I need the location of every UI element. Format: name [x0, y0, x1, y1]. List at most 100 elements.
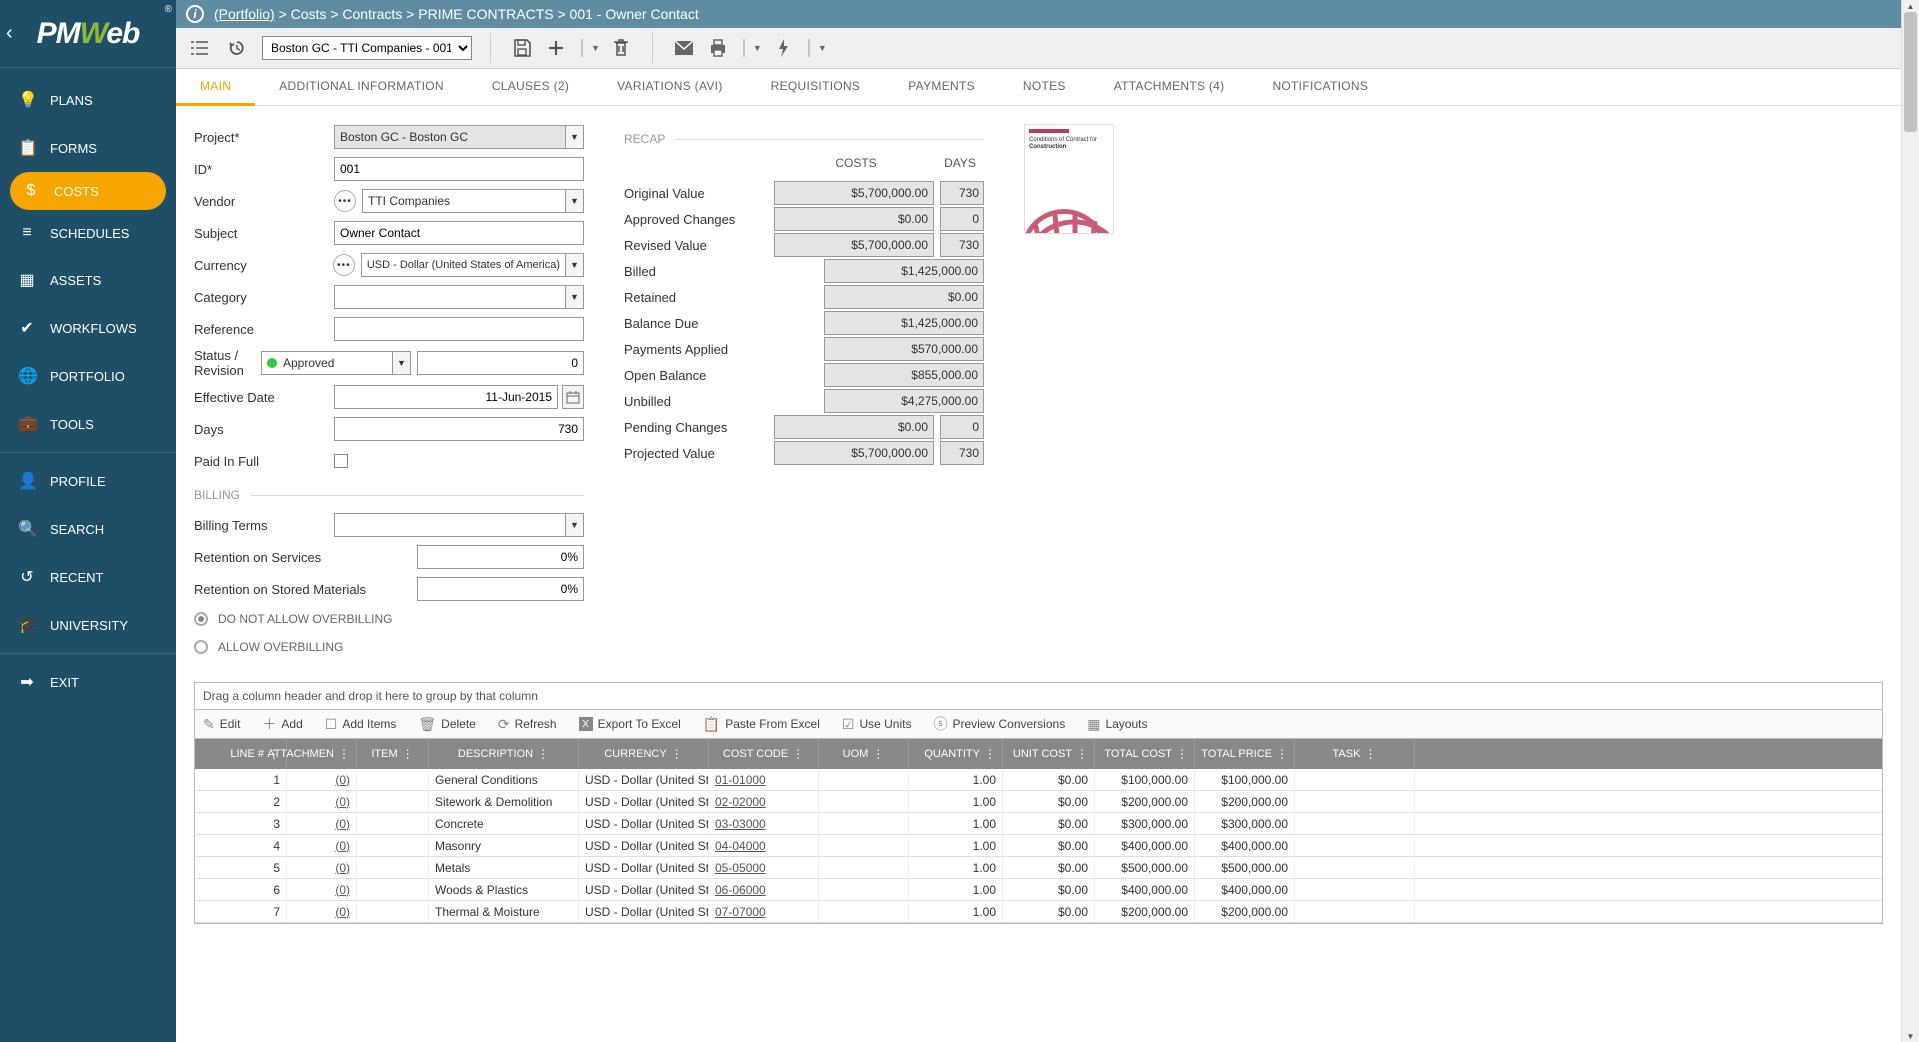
col-description[interactable]: DESCRIPTION⋮	[429, 739, 579, 769]
logo[interactable]: ‹ PMWeb ®	[0, 0, 176, 68]
sidebar-item-profile[interactable]: 👤PROFILE	[0, 457, 176, 505]
scrollbar-thumb[interactable]	[1904, 12, 1917, 132]
col-item[interactable]: ITEM⋮	[357, 739, 429, 769]
currency-select[interactable]: USD - Dollar (United States of America)▼	[361, 253, 584, 277]
save-icon[interactable]	[509, 35, 535, 61]
tab-notes[interactable]: NOTES	[999, 69, 1090, 105]
tab-notifications[interactable]: NOTIFICATIONS	[1248, 69, 1392, 105]
table-row[interactable]: 4(0)MasonryUSD - Dollar (United Sta04-04…	[195, 835, 1882, 857]
sidebar-item-forms[interactable]: 📋FORMS	[0, 124, 176, 172]
info-icon[interactable]: i	[186, 5, 204, 23]
table-row[interactable]: 7(0)Thermal & MoistureUSD - Dollar (Unit…	[195, 901, 1882, 923]
days-field[interactable]	[334, 417, 584, 441]
context-select[interactable]: Boston GC - TTI Companies - 001 - C	[262, 36, 472, 60]
sidebar-item-university[interactable]: 🎓UNIVERSITY	[0, 601, 176, 649]
col-totalprice[interactable]: TOTAL PRICE⋮	[1195, 739, 1295, 769]
sidebar-item-exit[interactable]: ➡EXIT	[0, 658, 176, 706]
col-totalcost[interactable]: TOTAL COST⋮	[1095, 739, 1195, 769]
ret-svc-field[interactable]	[417, 545, 584, 569]
grid-units-checkbox[interactable]: ☑Use Units	[842, 716, 912, 733]
col-unitcost[interactable]: UNIT COST⋮	[1003, 739, 1095, 769]
sidebar-item-assets[interactable]: ▦ASSETS	[0, 256, 176, 304]
col-currency[interactable]: CURRENCY⋮	[579, 739, 709, 769]
chevron-down-icon[interactable]: ▼	[565, 286, 583, 308]
table-row[interactable]: 6(0)Woods & PlasticsUSD - Dollar (United…	[195, 879, 1882, 901]
scroll-up-icon[interactable]: ▲	[1902, 0, 1919, 12]
recap-label: Unbilled	[624, 394, 824, 409]
table-row[interactable]: 1(0)General ConditionsUSD - Dollar (Unit…	[195, 769, 1882, 791]
chevron-down-icon[interactable]: ▼	[392, 352, 410, 374]
chevron-down-icon[interactable]: ▼	[565, 254, 583, 276]
col-attachments[interactable]: ATTACHMEN⋮	[287, 739, 357, 769]
currency-more-icon[interactable]: •••	[333, 254, 355, 276]
chevron-down-icon[interactable]: ▼	[565, 514, 583, 536]
ret-mat-field[interactable]	[417, 577, 584, 601]
tab-variations-avi-[interactable]: VARIATIONS (AVI)	[593, 69, 746, 105]
grid-additems-button[interactable]: ☐Add Items	[325, 716, 397, 733]
sidebar-item-costs[interactable]: $COSTS	[10, 172, 166, 210]
bolt-dropdown-icon[interactable]: ▼	[818, 43, 827, 53]
category-select[interactable]: ▼	[334, 285, 584, 309]
recap-label: Pending Changes	[624, 420, 774, 435]
delete-icon[interactable]	[608, 35, 634, 61]
breadcrumb[interactable]: (Portfolio) > Costs > Contracts > PRIME …	[214, 6, 699, 22]
grid-preview-button[interactable]: ⓢPreview Conversions	[933, 714, 1065, 734]
calendar-icon[interactable]	[562, 385, 584, 409]
sidebar-item-search[interactable]: 🔍SEARCH	[0, 505, 176, 553]
bolt-icon[interactable]	[770, 35, 796, 61]
tab-requisitions[interactable]: REQUISITIONS	[747, 69, 885, 105]
grid-export-button[interactable]: XExport To Excel	[579, 717, 681, 731]
email-icon[interactable]	[671, 35, 697, 61]
sidebar-item-portfolio[interactable]: 🌐PORTFOLIO	[0, 352, 176, 400]
tab-clauses-2-[interactable]: CLAUSES (2)	[468, 69, 593, 105]
sidebar-item-recent[interactable]: ↺RECENT	[0, 553, 176, 601]
col-uom[interactable]: UOM⋮	[819, 739, 909, 769]
sidebar-item-workflows[interactable]: ✔WORKFLOWS	[0, 304, 176, 352]
vendor-select[interactable]: TTI Companies▼	[362, 189, 584, 213]
grid-delete-button[interactable]: 🗑Delete	[418, 716, 475, 733]
grid-edit-button[interactable]: ✎Edit	[203, 716, 240, 733]
back-caret-icon[interactable]: ‹	[6, 22, 13, 45]
scroll-down-icon[interactable]: ▼	[1902, 1030, 1919, 1042]
table-row[interactable]: 5(0)MetalsUSD - Dollar (United Sta05-050…	[195, 857, 1882, 879]
sidebar-item-tools[interactable]: 💼TOOLS	[0, 400, 176, 448]
subject-field[interactable]	[334, 221, 584, 245]
grid-group-drop[interactable]: Drag a column header and drop it here to…	[195, 683, 1882, 710]
grid-layouts-button[interactable]: ▦Layouts	[1087, 716, 1147, 733]
list-view-icon[interactable]	[186, 35, 212, 61]
col-task[interactable]: TASK⋮	[1295, 739, 1415, 769]
table-row[interactable]: 2(0)Sitework & DemolitionUSD - Dollar (U…	[195, 791, 1882, 813]
revision-field[interactable]	[417, 351, 584, 375]
document-thumbnail[interactable]: Conditions of Contract for Construction	[1024, 124, 1114, 234]
print-dropdown-icon[interactable]: ▼	[753, 43, 762, 53]
tab-main[interactable]: MAIN	[176, 69, 255, 106]
overbilling-yes-radio[interactable]: ALLOW OVERBILLING	[194, 636, 584, 658]
add-dropdown-icon[interactable]: ▼	[591, 43, 600, 53]
paid-checkbox[interactable]	[334, 454, 348, 468]
col-quantity[interactable]: QUANTITY⋮	[909, 739, 1003, 769]
table-row[interactable]: 3(0)ConcreteUSD - Dollar (United Sta03-0…	[195, 813, 1882, 835]
overbilling-no-radio[interactable]: DO NOT ALLOW OVERBILLING	[194, 608, 584, 630]
tab-additional-information[interactable]: ADDITIONAL INFORMATION	[255, 69, 468, 105]
add-icon[interactable]	[543, 35, 569, 61]
col-costcode[interactable]: COST CODE⋮	[709, 739, 819, 769]
grid-paste-button[interactable]: 📋Paste From Excel	[703, 716, 820, 733]
status-select[interactable]: Approved▼	[261, 351, 411, 375]
project-select[interactable]: Boston GC - Boston GC▼	[334, 125, 584, 149]
print-icon[interactable]	[705, 35, 731, 61]
vertical-scrollbar[interactable]: ▲ ▼	[1901, 0, 1919, 1042]
sidebar-item-plans[interactable]: 💡PLANS	[0, 76, 176, 124]
billterms-select[interactable]: ▼	[334, 513, 584, 537]
grid-add-button[interactable]: ＋Add	[262, 714, 302, 734]
grid-refresh-button[interactable]: ⟳Refresh	[498, 716, 557, 733]
reference-field[interactable]	[334, 317, 584, 341]
vendor-more-icon[interactable]: •••	[334, 190, 356, 212]
history-icon[interactable]	[224, 35, 250, 61]
sidebar-item-schedules[interactable]: ≡SCHEDULES	[0, 210, 176, 256]
tab-payments[interactable]: PAYMENTS	[884, 69, 999, 105]
tab-attachments-4-[interactable]: ATTACHMENTS (4)	[1090, 69, 1249, 105]
chevron-down-icon[interactable]: ▼	[565, 126, 583, 148]
chevron-down-icon[interactable]: ▼	[565, 190, 583, 212]
effdate-field[interactable]	[334, 385, 558, 409]
id-field[interactable]	[334, 157, 584, 181]
